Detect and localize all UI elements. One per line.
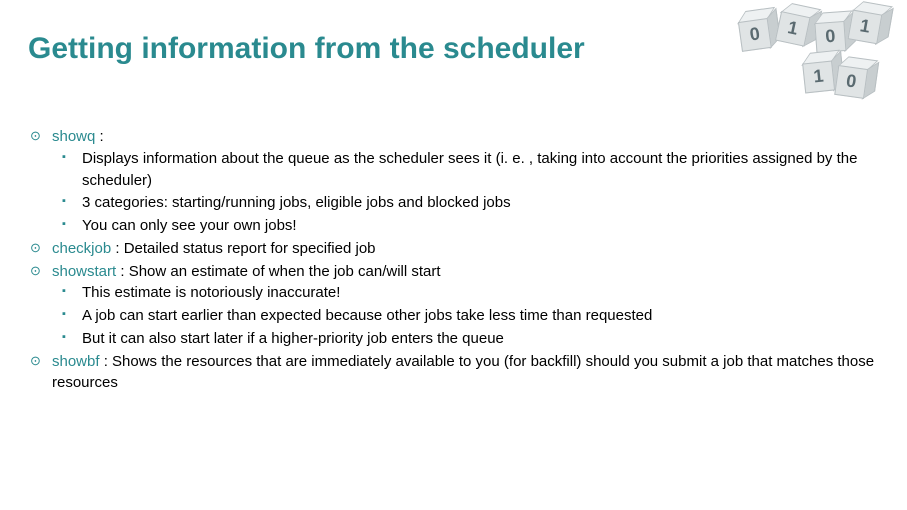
cube-digit: 0 xyxy=(814,21,846,53)
decorative-cubes: 0 1 0 1 1 0 xyxy=(719,4,899,104)
cube-digit: 0 xyxy=(738,18,772,52)
cube-icon: 0 xyxy=(812,13,848,49)
cube-digit: 1 xyxy=(802,60,835,93)
cube-icon: 0 xyxy=(833,57,871,95)
cube-icon: 1 xyxy=(846,1,885,40)
cube-digit: 1 xyxy=(775,11,811,47)
list-item: showq : Displays information about the q… xyxy=(30,126,880,237)
sub-list-item: You can only see your own jobs! xyxy=(58,215,880,237)
slide-content: showq : Displays information about the q… xyxy=(30,126,880,395)
slide-title: Getting information from the scheduler xyxy=(28,32,585,66)
command-name: checkjob xyxy=(52,240,111,257)
sub-list-item: 3 categories: starting/running jobs, eli… xyxy=(58,192,880,214)
list-item-text: : Shows the resources that are immediate… xyxy=(52,353,874,392)
list-item-text: : xyxy=(95,128,103,145)
cube-digit: 0 xyxy=(834,65,868,99)
list-item: checkjob : Detailed status report for sp… xyxy=(30,238,880,260)
list-item: showbf : Shows the resources that are im… xyxy=(30,351,880,395)
sub-list-item: This estimate is notoriously inaccurate! xyxy=(58,282,880,304)
cube-icon: 0 xyxy=(735,10,773,48)
list-item: showstart : Show an estimate of when the… xyxy=(30,261,880,350)
list-item-text: : Show an estimate of when the job can/w… xyxy=(116,263,440,280)
command-name: showq xyxy=(52,128,95,145)
command-name: showbf xyxy=(52,353,100,370)
cube-icon: 1 xyxy=(799,52,836,89)
cube-digit: 1 xyxy=(848,10,883,45)
command-name: showstart xyxy=(52,263,116,280)
sub-list-item: But it can also start later if a higher-… xyxy=(58,328,880,350)
sub-list-item: Displays information about the queue as … xyxy=(58,148,880,192)
sub-list-item: A job can start earlier than expected be… xyxy=(58,305,880,327)
list-item-text: : Detailed status report for specified j… xyxy=(111,240,375,257)
cube-icon: 1 xyxy=(774,3,814,43)
